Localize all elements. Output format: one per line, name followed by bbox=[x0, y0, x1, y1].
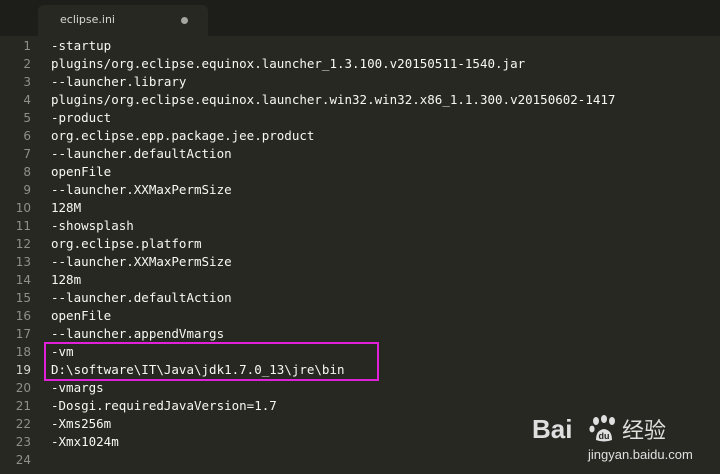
line-text[interactable]: --launcher.XXMaxPermSize bbox=[51, 253, 232, 271]
line-text[interactable]: --launcher.defaultAction bbox=[51, 289, 232, 307]
line-number: 13 bbox=[15, 255, 31, 269]
svg-text:du: du bbox=[599, 431, 610, 441]
line-number: 21 bbox=[15, 399, 31, 413]
line-text[interactable]: -product bbox=[51, 109, 111, 127]
code-line[interactable]: 7 --launcher.defaultAction bbox=[0, 145, 720, 163]
line-number: 9 bbox=[23, 183, 31, 197]
tab-bar: eclipse.ini bbox=[0, 0, 720, 36]
code-line[interactable]: 9 --launcher.XXMaxPermSize bbox=[0, 181, 720, 199]
code-line[interactable]: 5 -product bbox=[0, 109, 720, 127]
code-line[interactable]: 17 --launcher.appendVmargs bbox=[0, 325, 720, 343]
code-line[interactable]: 3 --launcher.library bbox=[0, 73, 720, 91]
line-number: 3 bbox=[23, 75, 31, 89]
line-text[interactable]: -Dosgi.requiredJavaVersion=1.7 bbox=[51, 397, 277, 415]
code-line[interactable]: 15 --launcher.defaultAction bbox=[0, 289, 720, 307]
code-line[interactable]: 4 plugins/org.eclipse.equinox.launcher.wi… bbox=[0, 91, 720, 109]
line-number: 4 bbox=[23, 93, 31, 107]
code-line[interactable]: 1 -startup bbox=[0, 37, 720, 55]
code-line[interactable]: 6 org.eclipse.epp.package.jee.product bbox=[0, 127, 720, 145]
line-number: 22 bbox=[15, 417, 31, 431]
line-number: 16 bbox=[15, 309, 31, 323]
code-line[interactable]: 11 -showsplash bbox=[0, 217, 720, 235]
line-number: 12 bbox=[15, 237, 31, 251]
line-number: 23 bbox=[15, 435, 31, 449]
code-line[interactable]: 20 -vmargs bbox=[0, 379, 720, 397]
line-text[interactable]: plugins/org.eclipse.equinox.launcher.win… bbox=[51, 91, 615, 109]
line-number: 24 bbox=[15, 453, 31, 467]
line-text[interactable]: org.eclipse.platform bbox=[51, 235, 202, 253]
line-number: 6 bbox=[23, 129, 31, 143]
line-number: 2 bbox=[23, 57, 31, 71]
baidu-jingyan-watermark: Bai du 经验 jingyan.baidu.com bbox=[530, 412, 710, 466]
line-number: 15 bbox=[15, 291, 31, 305]
line-text[interactable]: 128m bbox=[51, 271, 81, 289]
line-number: 19 bbox=[15, 363, 31, 377]
highlight-annotation-box bbox=[44, 342, 379, 381]
line-number: 10 bbox=[15, 201, 31, 215]
tab-title: eclipse.ini bbox=[60, 13, 115, 26]
code-line[interactable]: 14 128m bbox=[0, 271, 720, 289]
code-line[interactable]: 16 openFile bbox=[0, 307, 720, 325]
line-text[interactable]: -Xms256m bbox=[51, 415, 111, 433]
line-text[interactable]: 128M bbox=[51, 199, 81, 217]
line-text[interactable]: --launcher.appendVmargs bbox=[51, 325, 224, 343]
line-number: 18 bbox=[15, 345, 31, 359]
watermark-logo-cn: 经验 bbox=[622, 419, 666, 444]
line-text[interactable]: org.eclipse.epp.package.jee.product bbox=[51, 127, 314, 145]
code-line[interactable]: 8 openFile bbox=[0, 163, 720, 181]
line-text[interactable]: openFile bbox=[51, 307, 111, 325]
watermark-url: jingyan.baidu.com bbox=[588, 447, 693, 462]
line-number: 1 bbox=[23, 39, 31, 53]
line-number: 11 bbox=[15, 219, 31, 233]
watermark-logo-text: Bai bbox=[532, 414, 572, 444]
code-line[interactable]: 10 128M bbox=[0, 199, 720, 217]
tab-eclipse-ini[interactable]: eclipse.ini bbox=[38, 5, 208, 36]
line-text[interactable]: --launcher.defaultAction bbox=[51, 145, 232, 163]
line-number: 5 bbox=[23, 111, 31, 125]
code-line[interactable]: 12 org.eclipse.platform bbox=[0, 235, 720, 253]
baidu-logo-icon: Bai du 经验 bbox=[532, 414, 666, 444]
line-text[interactable]: -startup bbox=[51, 37, 111, 55]
code-line[interactable]: 2 plugins/org.eclipse.equinox.launcher_1.… bbox=[0, 55, 720, 73]
line-text[interactable]: -vmargs bbox=[51, 379, 104, 397]
line-number: 17 bbox=[15, 327, 31, 341]
line-text[interactable]: plugins/org.eclipse.equinox.launcher_1.3… bbox=[51, 55, 525, 73]
line-number: 8 bbox=[23, 165, 31, 179]
line-text[interactable]: openFile bbox=[51, 163, 111, 181]
line-number: 7 bbox=[23, 147, 31, 161]
line-number: 14 bbox=[15, 273, 31, 287]
line-text[interactable]: -showsplash bbox=[51, 217, 134, 235]
code-line[interactable]: 13 --launcher.XXMaxPermSize bbox=[0, 253, 720, 271]
code-editor[interactable]: 1 -startup 2 plugins/org.eclipse.equinox.la… bbox=[0, 36, 720, 474]
line-text[interactable]: -Xmx1024m bbox=[51, 433, 119, 451]
line-text[interactable]: --launcher.XXMaxPermSize bbox=[51, 181, 232, 199]
line-text[interactable]: --launcher.library bbox=[51, 73, 186, 91]
unsaved-dot-icon[interactable] bbox=[181, 17, 188, 24]
line-number: 20 bbox=[15, 381, 31, 395]
